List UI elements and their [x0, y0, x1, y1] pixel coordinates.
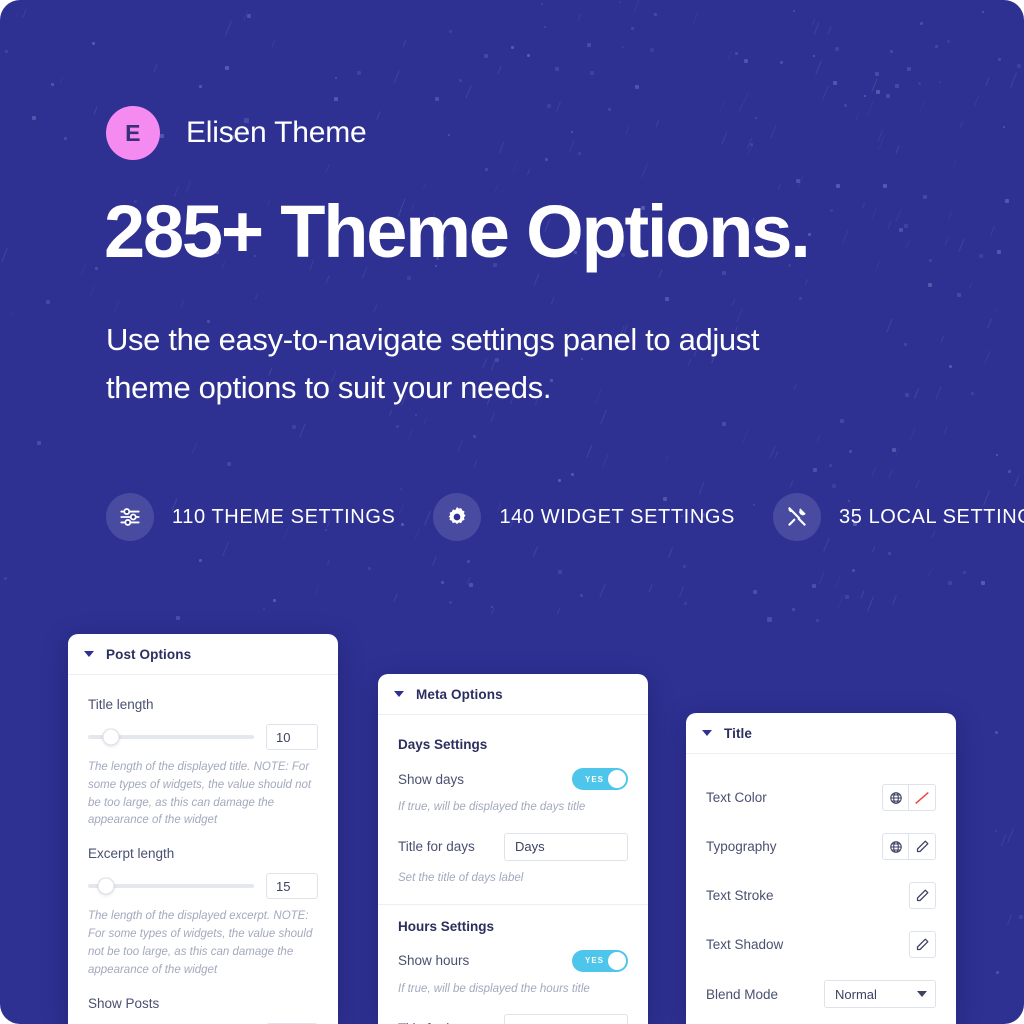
- panel-title-header[interactable]: Title: [686, 713, 956, 754]
- hint-show-hours: If true, will be displayed the hours tit…: [398, 981, 628, 999]
- row-label-text-shadow: Text Shadow: [706, 937, 783, 952]
- row-label-show-days: Show days: [398, 772, 464, 787]
- slider-knob[interactable]: [98, 878, 115, 895]
- hint-excerpt-length: The length of the displayed excerpt. NOT…: [88, 908, 318, 979]
- tools-icon: [773, 493, 821, 541]
- sliders-icon: [106, 493, 154, 541]
- select-blend-mode[interactable]: Normal: [824, 980, 936, 1008]
- row-title-for-hours: Title for hours Hours: [398, 1014, 628, 1024]
- promo-banner: E Elisen Theme 285+ Theme Options. Use t…: [0, 0, 1024, 1024]
- field-label-title-length: Title length: [88, 697, 318, 712]
- slider-knob[interactable]: [103, 729, 120, 746]
- panel-post-options-title: Post Options: [106, 647, 191, 662]
- field-label-show-posts: Show Posts: [88, 996, 318, 1011]
- stat-local-settings-label: 35 LOCAL SETTINGS: [839, 506, 1024, 529]
- hint-show-days: If true, will be displayed the days titl…: [398, 799, 628, 817]
- row-label-text-color: Text Color: [706, 790, 767, 805]
- stat-widget-settings-label: 140 WIDGET SETTINGS: [499, 506, 735, 529]
- row-typography: Typography: [706, 833, 936, 860]
- row-text-stroke: Text Stroke: [706, 882, 936, 909]
- stat-local-settings: 35 LOCAL SETTINGS: [773, 493, 1024, 541]
- panel-post-options-header[interactable]: Post Options: [68, 634, 338, 675]
- pencil-icon[interactable]: [909, 833, 936, 860]
- row-blend-mode: Blend Mode Normal: [706, 980, 936, 1008]
- panel-meta-options: Meta Options Days Settings Show days YES…: [378, 674, 648, 1024]
- row-show-days: Show days YES: [398, 768, 628, 790]
- select-blend-mode-value: Normal: [835, 987, 877, 1002]
- globe-icon[interactable]: [882, 784, 909, 811]
- toggle-show-hours-value: YES: [585, 956, 604, 965]
- gear-icon: [433, 493, 481, 541]
- row-label-blend-mode: Blend Mode: [706, 987, 778, 1002]
- group-label-hours-settings: Hours Settings: [398, 919, 628, 934]
- row-label-typography: Typography: [706, 839, 777, 854]
- chevron-down-icon[interactable]: [84, 651, 94, 657]
- chevron-down-icon[interactable]: [394, 691, 404, 697]
- toggle-show-hours[interactable]: YES: [572, 950, 628, 972]
- stat-widget-settings: 140 WIDGET SETTINGS: [433, 493, 735, 541]
- panel-meta-options-header[interactable]: Meta Options: [378, 674, 648, 715]
- toggle-knob: [608, 952, 626, 970]
- chevron-down-icon[interactable]: [702, 730, 712, 736]
- stat-theme-settings-label: 110 THEME SETTINGS: [172, 506, 395, 529]
- brand-name: Elisen Theme: [186, 116, 366, 150]
- field-label-excerpt-length: Excerpt length: [88, 846, 318, 861]
- pencil-icon[interactable]: [909, 882, 936, 909]
- brand-logo-icon: E: [106, 106, 160, 160]
- control-group-text-shadow: [909, 931, 936, 958]
- slider-title-length[interactable]: 10: [88, 724, 318, 750]
- divider: [378, 904, 648, 905]
- slider-excerpt-length[interactable]: 15: [88, 873, 318, 899]
- control-group-typography: [882, 833, 936, 860]
- toggle-show-days[interactable]: YES: [572, 768, 628, 790]
- slider-track[interactable]: [88, 884, 254, 888]
- panel-title: Title Text Color Typography Text Stroke …: [686, 713, 956, 1024]
- panel-title-label: Title: [724, 726, 752, 741]
- page-subtitle: Use the easy-to-navigate settings panel …: [106, 316, 826, 413]
- toggle-show-days-value: YES: [585, 775, 604, 784]
- row-label-show-hours: Show hours: [398, 953, 469, 968]
- color-swatch-none[interactable]: [909, 784, 936, 811]
- row-title-for-days: Title for days Days: [398, 833, 628, 861]
- slider-track[interactable]: [88, 735, 254, 739]
- row-label-title-for-days: Title for days: [398, 839, 475, 854]
- row-show-hours: Show hours YES: [398, 950, 628, 972]
- stat-theme-settings: 110 THEME SETTINGS: [106, 493, 395, 541]
- brand: E Elisen Theme: [106, 106, 366, 160]
- row-text-shadow: Text Shadow: [706, 931, 936, 958]
- hint-title-length: The length of the displayed title. NOTE:…: [88, 759, 318, 830]
- control-group-text-color: [882, 784, 936, 811]
- row-label-text-stroke: Text Stroke: [706, 888, 774, 903]
- pencil-icon[interactable]: [909, 931, 936, 958]
- panel-post-options: Post Options Title length 10 The length …: [68, 634, 338, 1024]
- input-title-for-days[interactable]: Days: [504, 833, 628, 861]
- globe-icon[interactable]: [882, 833, 909, 860]
- hint-title-for-days: Set the title of days label: [398, 870, 628, 888]
- row-text-color: Text Color: [706, 784, 936, 811]
- stats-row: 110 THEME SETTINGS 140 WIDGET SETTINGS 3…: [106, 493, 1024, 541]
- page-title: 285+ Theme Options.: [104, 193, 809, 271]
- group-label-days-settings: Days Settings: [398, 737, 628, 752]
- input-excerpt-length[interactable]: 15: [266, 873, 318, 899]
- control-group-text-stroke: [909, 882, 936, 909]
- input-title-for-hours[interactable]: Hours: [504, 1014, 628, 1024]
- chevron-down-icon: [917, 991, 927, 997]
- input-title-length[interactable]: 10: [266, 724, 318, 750]
- toggle-knob: [608, 770, 626, 788]
- panel-meta-options-title: Meta Options: [416, 687, 503, 702]
